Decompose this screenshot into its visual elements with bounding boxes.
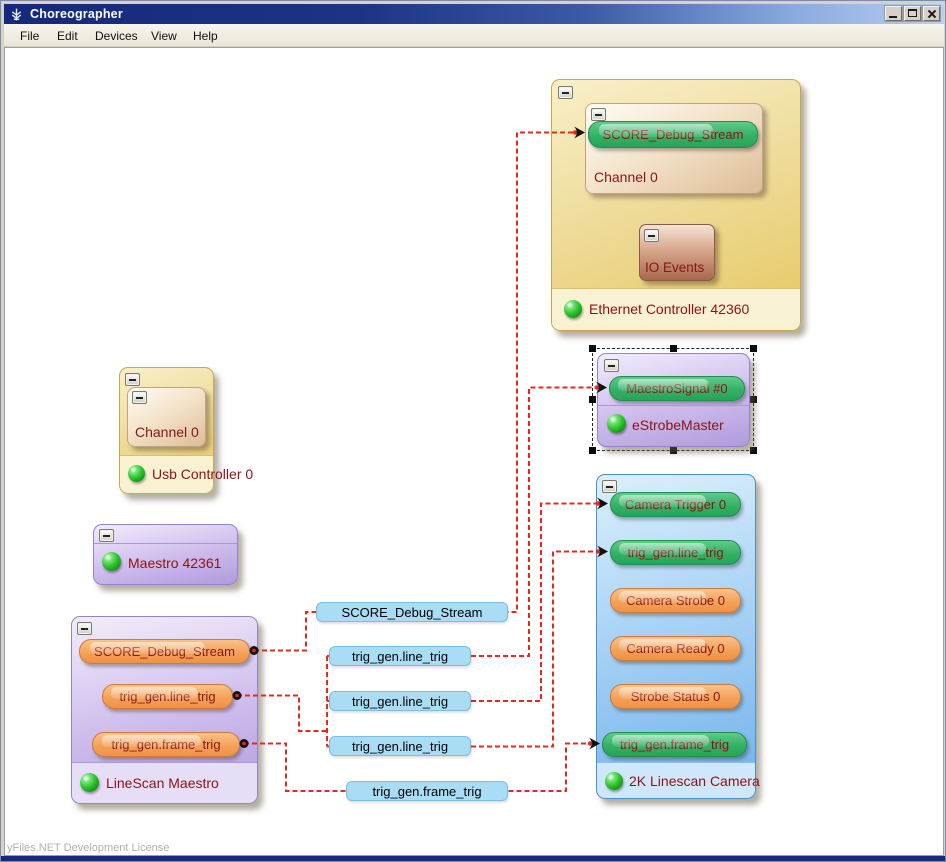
- node-footer: Ethernet Controller 42360: [552, 288, 800, 330]
- status-led: [607, 414, 626, 433]
- collapse-button[interactable]: [132, 391, 147, 404]
- node-label: 2K Linescan Camera: [629, 773, 760, 789]
- channel-title: Channel 0: [594, 169, 658, 185]
- port-camera-strobe[interactable]: Camera Strobe 0: [610, 588, 741, 613]
- node-usb-controller[interactable]: Channel 0 Usb Controller 0: [119, 367, 214, 494]
- edge-label-score-debug-stream[interactable]: SCORE_Debug_Stream: [316, 602, 508, 622]
- selection-handle[interactable]: [670, 345, 677, 352]
- selection-handle[interactable]: [670, 447, 677, 454]
- port-line-trig-target[interactable]: trig_gen.line_trig: [610, 540, 741, 565]
- app-window: Choreographer File Edit Devices View Hel…: [0, 0, 946, 862]
- collapse-button[interactable]: [77, 622, 92, 635]
- io-events-title: IO Events: [645, 260, 704, 275]
- minus-icon: [129, 379, 136, 381]
- collapse-button[interactable]: [125, 373, 140, 386]
- node-linescan-maestro[interactable]: SCORE_Debug_Stream trig_gen.line_trig tr…: [71, 616, 258, 804]
- collapse-button[interactable]: [644, 229, 659, 242]
- node-footer: Usb Controller 0: [120, 455, 213, 493]
- status-led: [128, 465, 145, 482]
- node-linescan-camera[interactable]: Camera Trigger 0 trig_gen.line_trig Came…: [596, 474, 756, 799]
- minus-icon: [103, 535, 110, 537]
- node-estrobemaster[interactable]: MaestroSignal #0 eStrobeMaster: [597, 353, 750, 447]
- port-camera-trigger[interactable]: Camera Trigger 0: [610, 492, 741, 517]
- port-frame-trig-target[interactable]: trig_gen.frame_trig: [602, 732, 747, 757]
- edge-label-frame-trig[interactable]: trig_gen.frame_trig: [346, 781, 508, 801]
- node-footer: LineScan Maestro: [72, 762, 257, 803]
- port-frame-trig-source[interactable]: trig_gen.frame_trig: [92, 732, 240, 757]
- node-label: eStrobeMaster: [632, 417, 724, 433]
- node-label: Ethernet Controller 42360: [589, 301, 749, 317]
- collapse-button[interactable]: [558, 86, 573, 99]
- divider: [598, 405, 749, 406]
- minus-icon: [595, 114, 602, 116]
- port-camera-ready[interactable]: Camera Ready 0: [610, 636, 741, 661]
- minus-icon: [608, 365, 615, 367]
- selection-handle[interactable]: [750, 447, 757, 454]
- selection-marquee: MaestroSignal #0 eStrobeMaster: [592, 348, 754, 451]
- node-label: LineScan Maestro: [106, 775, 219, 791]
- port-maestrosignal[interactable]: MaestroSignal #0: [609, 376, 745, 401]
- minus-icon: [562, 92, 569, 94]
- node-maestro[interactable]: Maestro 42361: [93, 524, 238, 585]
- port-strobe-status[interactable]: Strobe Status 0: [610, 684, 741, 709]
- minus-icon: [606, 486, 613, 488]
- selection-handle[interactable]: [589, 345, 596, 352]
- node-label: Maestro 42361: [128, 555, 221, 571]
- port-score-debug-stream-target[interactable]: SCORE_Debug_Stream: [588, 121, 758, 148]
- minus-icon: [136, 397, 143, 399]
- status-led: [102, 552, 121, 571]
- node-io-events[interactable]: IO Events: [639, 224, 715, 281]
- node-channel-0-ethernet[interactable]: SCORE_Debug_Stream Channel 0: [585, 103, 763, 194]
- edge-label-line-trig-2[interactable]: trig_gen.line_trig: [329, 691, 471, 711]
- minus-icon: [81, 628, 88, 630]
- selection-handle[interactable]: [589, 447, 596, 454]
- selection-handle[interactable]: [589, 396, 596, 403]
- edge-label-line-trig-1[interactable]: trig_gen.line_trig: [329, 646, 471, 666]
- node-channel-0-usb[interactable]: Channel 0: [127, 387, 206, 447]
- channel-title: Channel 0: [135, 424, 199, 440]
- node-header: [94, 525, 237, 544]
- status-led: [80, 773, 99, 792]
- collapse-button[interactable]: [591, 108, 606, 121]
- port-score-debug-stream-source[interactable]: SCORE_Debug_Stream: [79, 639, 250, 664]
- node-ethernet-controller[interactable]: SCORE_Debug_Stream Channel 0 IO Events E…: [551, 79, 801, 331]
- selection-handle[interactable]: [750, 345, 757, 352]
- node-footer: 2K Linescan Camera: [597, 762, 755, 798]
- port-line-trig-source[interactable]: trig_gen.line_trig: [102, 684, 233, 709]
- edge-label-line-trig-3[interactable]: trig_gen.line_trig: [329, 736, 471, 756]
- node-label: Usb Controller 0: [152, 466, 253, 482]
- selection-handle[interactable]: [750, 396, 757, 403]
- status-led: [564, 300, 582, 318]
- license-text: yFiles.NET Development License: [7, 842, 169, 854]
- collapse-button[interactable]: [602, 480, 617, 493]
- minus-icon: [648, 235, 655, 237]
- collapse-button[interactable]: [99, 529, 114, 542]
- collapse-button[interactable]: [604, 359, 619, 372]
- status-led: [605, 772, 623, 790]
